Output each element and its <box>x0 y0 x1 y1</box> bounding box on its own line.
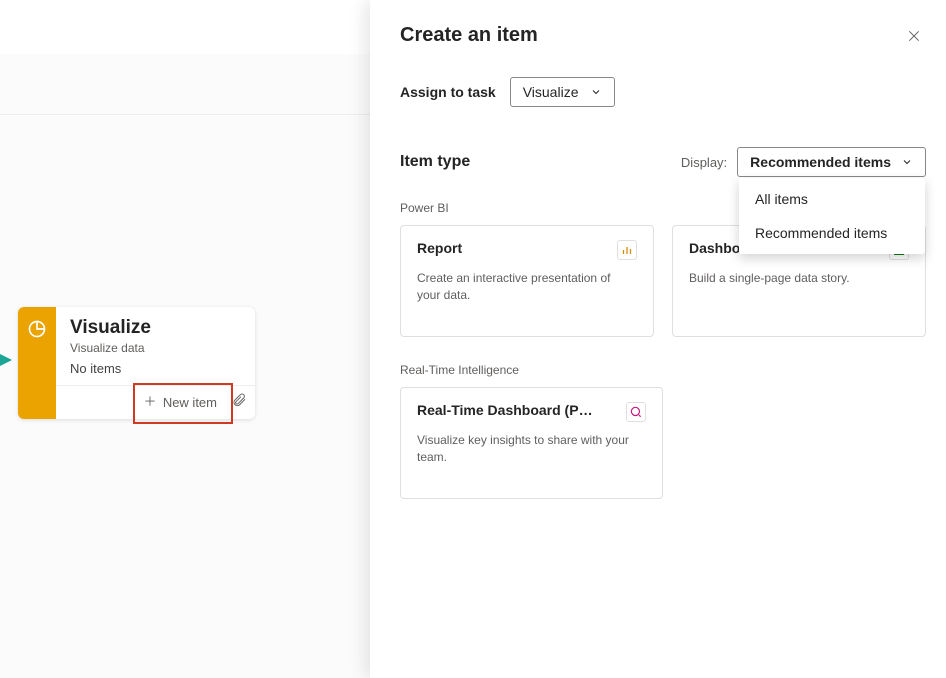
dropdown-item-all[interactable]: All items <box>739 182 925 216</box>
task-card-visualize[interactable]: Visualize Visualize data No items New it… <box>18 307 255 419</box>
section-label-rti: Real-Time Intelligence <box>400 363 926 377</box>
item-card-title: Real-Time Dashboard (Previ… <box>417 402 597 418</box>
create-item-panel: Create an item Assign to task Visualize … <box>370 0 946 678</box>
pointer-arrow-head <box>0 354 12 366</box>
item-card-desc: Create an interactive presentation of yo… <box>417 270 637 304</box>
item-card-desc: Visualize key insights to share with you… <box>417 432 646 466</box>
task-card-subtitle: Visualize data <box>70 341 241 355</box>
rti-cards-row: Real-Time Dashboard (Previ… Visualize ke… <box>400 387 926 499</box>
canvas-topband <box>0 0 370 54</box>
panel-title: Create an item <box>400 24 538 47</box>
bar-chart-icon <box>617 240 637 260</box>
chevron-down-icon <box>901 156 913 168</box>
task-card-footer: New item <box>56 385 255 419</box>
realtime-icon <box>626 402 646 422</box>
item-type-heading: Item type <box>400 153 470 171</box>
assign-to-task-select[interactable]: Visualize <box>510 77 616 107</box>
assign-value: Visualize <box>523 84 579 100</box>
close-icon <box>906 32 922 47</box>
assign-row: Assign to task Visualize <box>400 77 926 107</box>
close-button[interactable] <box>902 24 926 51</box>
plus-icon <box>143 394 157 411</box>
new-item-label: New item <box>163 395 217 410</box>
attachment-icon[interactable] <box>231 392 247 413</box>
chevron-down-icon <box>590 86 602 98</box>
display-label: Display: <box>681 155 727 170</box>
display-value: Recommended items <box>750 154 891 170</box>
dropdown-item-recommended[interactable]: Recommended items <box>739 216 925 250</box>
new-item-button[interactable]: New item <box>137 390 223 415</box>
task-card-body: Visualize Visualize data No items New it… <box>56 307 255 419</box>
item-card-desc: Build a single-page data story. <box>689 270 909 287</box>
canvas-divider <box>0 114 370 115</box>
display-dropdown-menu: All items Recommended items <box>739 178 925 254</box>
pie-chart-icon <box>27 319 47 419</box>
task-card-title: Visualize <box>70 317 241 339</box>
item-card-title: Report <box>417 240 462 256</box>
display-filter-select[interactable]: Recommended items All items Recommended … <box>737 147 926 177</box>
task-card-items: No items <box>70 361 241 376</box>
item-type-row: Item type Display: Recommended items All… <box>400 147 926 177</box>
item-card-realtime-dashboard[interactable]: Real-Time Dashboard (Previ… Visualize ke… <box>400 387 663 499</box>
item-card-report[interactable]: Report Create an interactive presentatio… <box>400 225 654 337</box>
task-card-stripe <box>18 307 56 419</box>
assign-label: Assign to task <box>400 84 496 100</box>
